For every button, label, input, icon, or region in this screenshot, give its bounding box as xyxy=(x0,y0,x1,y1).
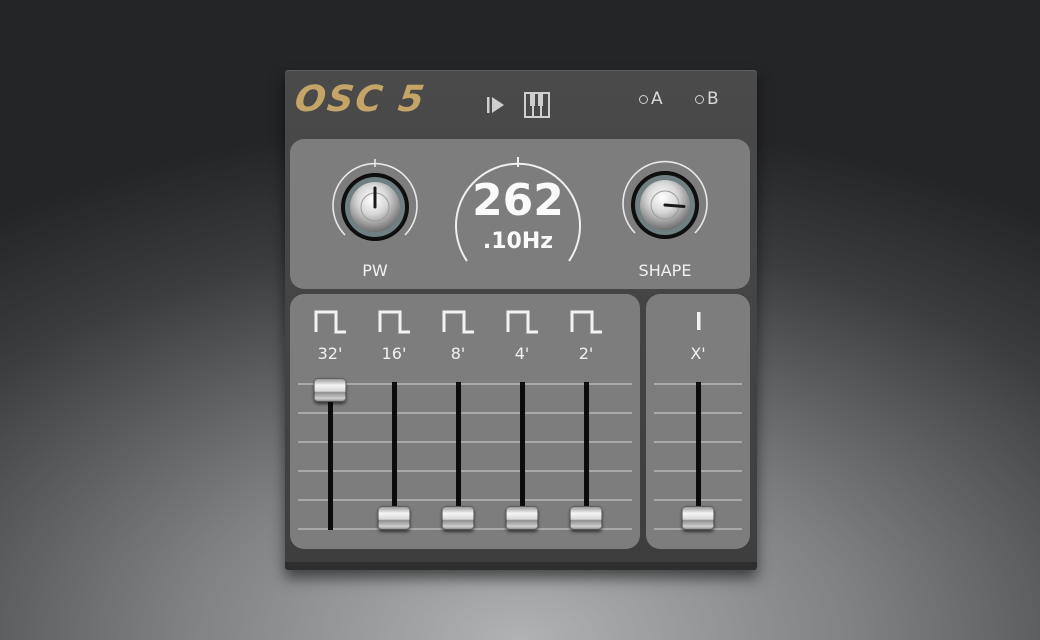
frequency-dial[interactable]: 262 .10Hz xyxy=(453,155,583,267)
square-wave-icon[interactable] xyxy=(506,308,540,338)
fader-handle[interactable] xyxy=(506,506,538,530)
frequency-whole: 262 xyxy=(472,175,564,226)
radio-icon xyxy=(639,94,648,104)
fader-label: 16' xyxy=(381,344,407,363)
fader-handle[interactable] xyxy=(442,506,474,530)
fader-label: 32' xyxy=(317,344,343,363)
fader-label: 2' xyxy=(578,344,594,363)
fader-handle[interactable] xyxy=(314,378,346,402)
play-step-icon[interactable] xyxy=(485,94,507,116)
mode-b-label: B xyxy=(707,89,719,109)
square-wave-icon[interactable] xyxy=(570,308,604,338)
square-wave-icon[interactable] xyxy=(314,308,348,338)
fader-handle[interactable] xyxy=(570,506,602,530)
module-title: OSC 5 xyxy=(292,79,429,120)
aux-fader-panel: X' xyxy=(646,294,750,549)
fader-handle[interactable] xyxy=(378,506,410,530)
shape-knob-pointer xyxy=(663,203,686,208)
fader-handle[interactable] xyxy=(682,506,714,530)
radio-icon xyxy=(695,94,704,104)
pw-label: PW xyxy=(362,261,388,280)
noise-bar-icon[interactable] xyxy=(682,308,716,338)
shape-knob[interactable] xyxy=(615,155,715,255)
square-wave-icon[interactable] xyxy=(378,308,412,338)
shape-label: SHAPE xyxy=(638,261,692,280)
square-wave-icon[interactable] xyxy=(442,308,476,338)
fader-label: 8' xyxy=(450,344,466,363)
fader-track[interactable] xyxy=(328,382,333,530)
fader-label: X' xyxy=(690,344,706,363)
footage-fader-panel: 32' 16' 8' 4' 2' xyxy=(290,294,640,549)
mode-a-button[interactable]: A xyxy=(639,88,663,110)
pw-knob[interactable] xyxy=(325,157,425,257)
fader-label: 4' xyxy=(514,344,530,363)
oscillator-module: OSC 5 A B PW 262 .10Hz SHAPE 32' 16' 8' … xyxy=(285,70,757,570)
mode-b-button[interactable]: B xyxy=(695,88,719,110)
keyboard-icon[interactable] xyxy=(524,92,550,118)
knob-panel: PW 262 .10Hz SHAPE xyxy=(290,139,750,289)
frequency-fraction: .10Hz xyxy=(482,229,554,254)
mode-a-label: A xyxy=(651,89,663,109)
